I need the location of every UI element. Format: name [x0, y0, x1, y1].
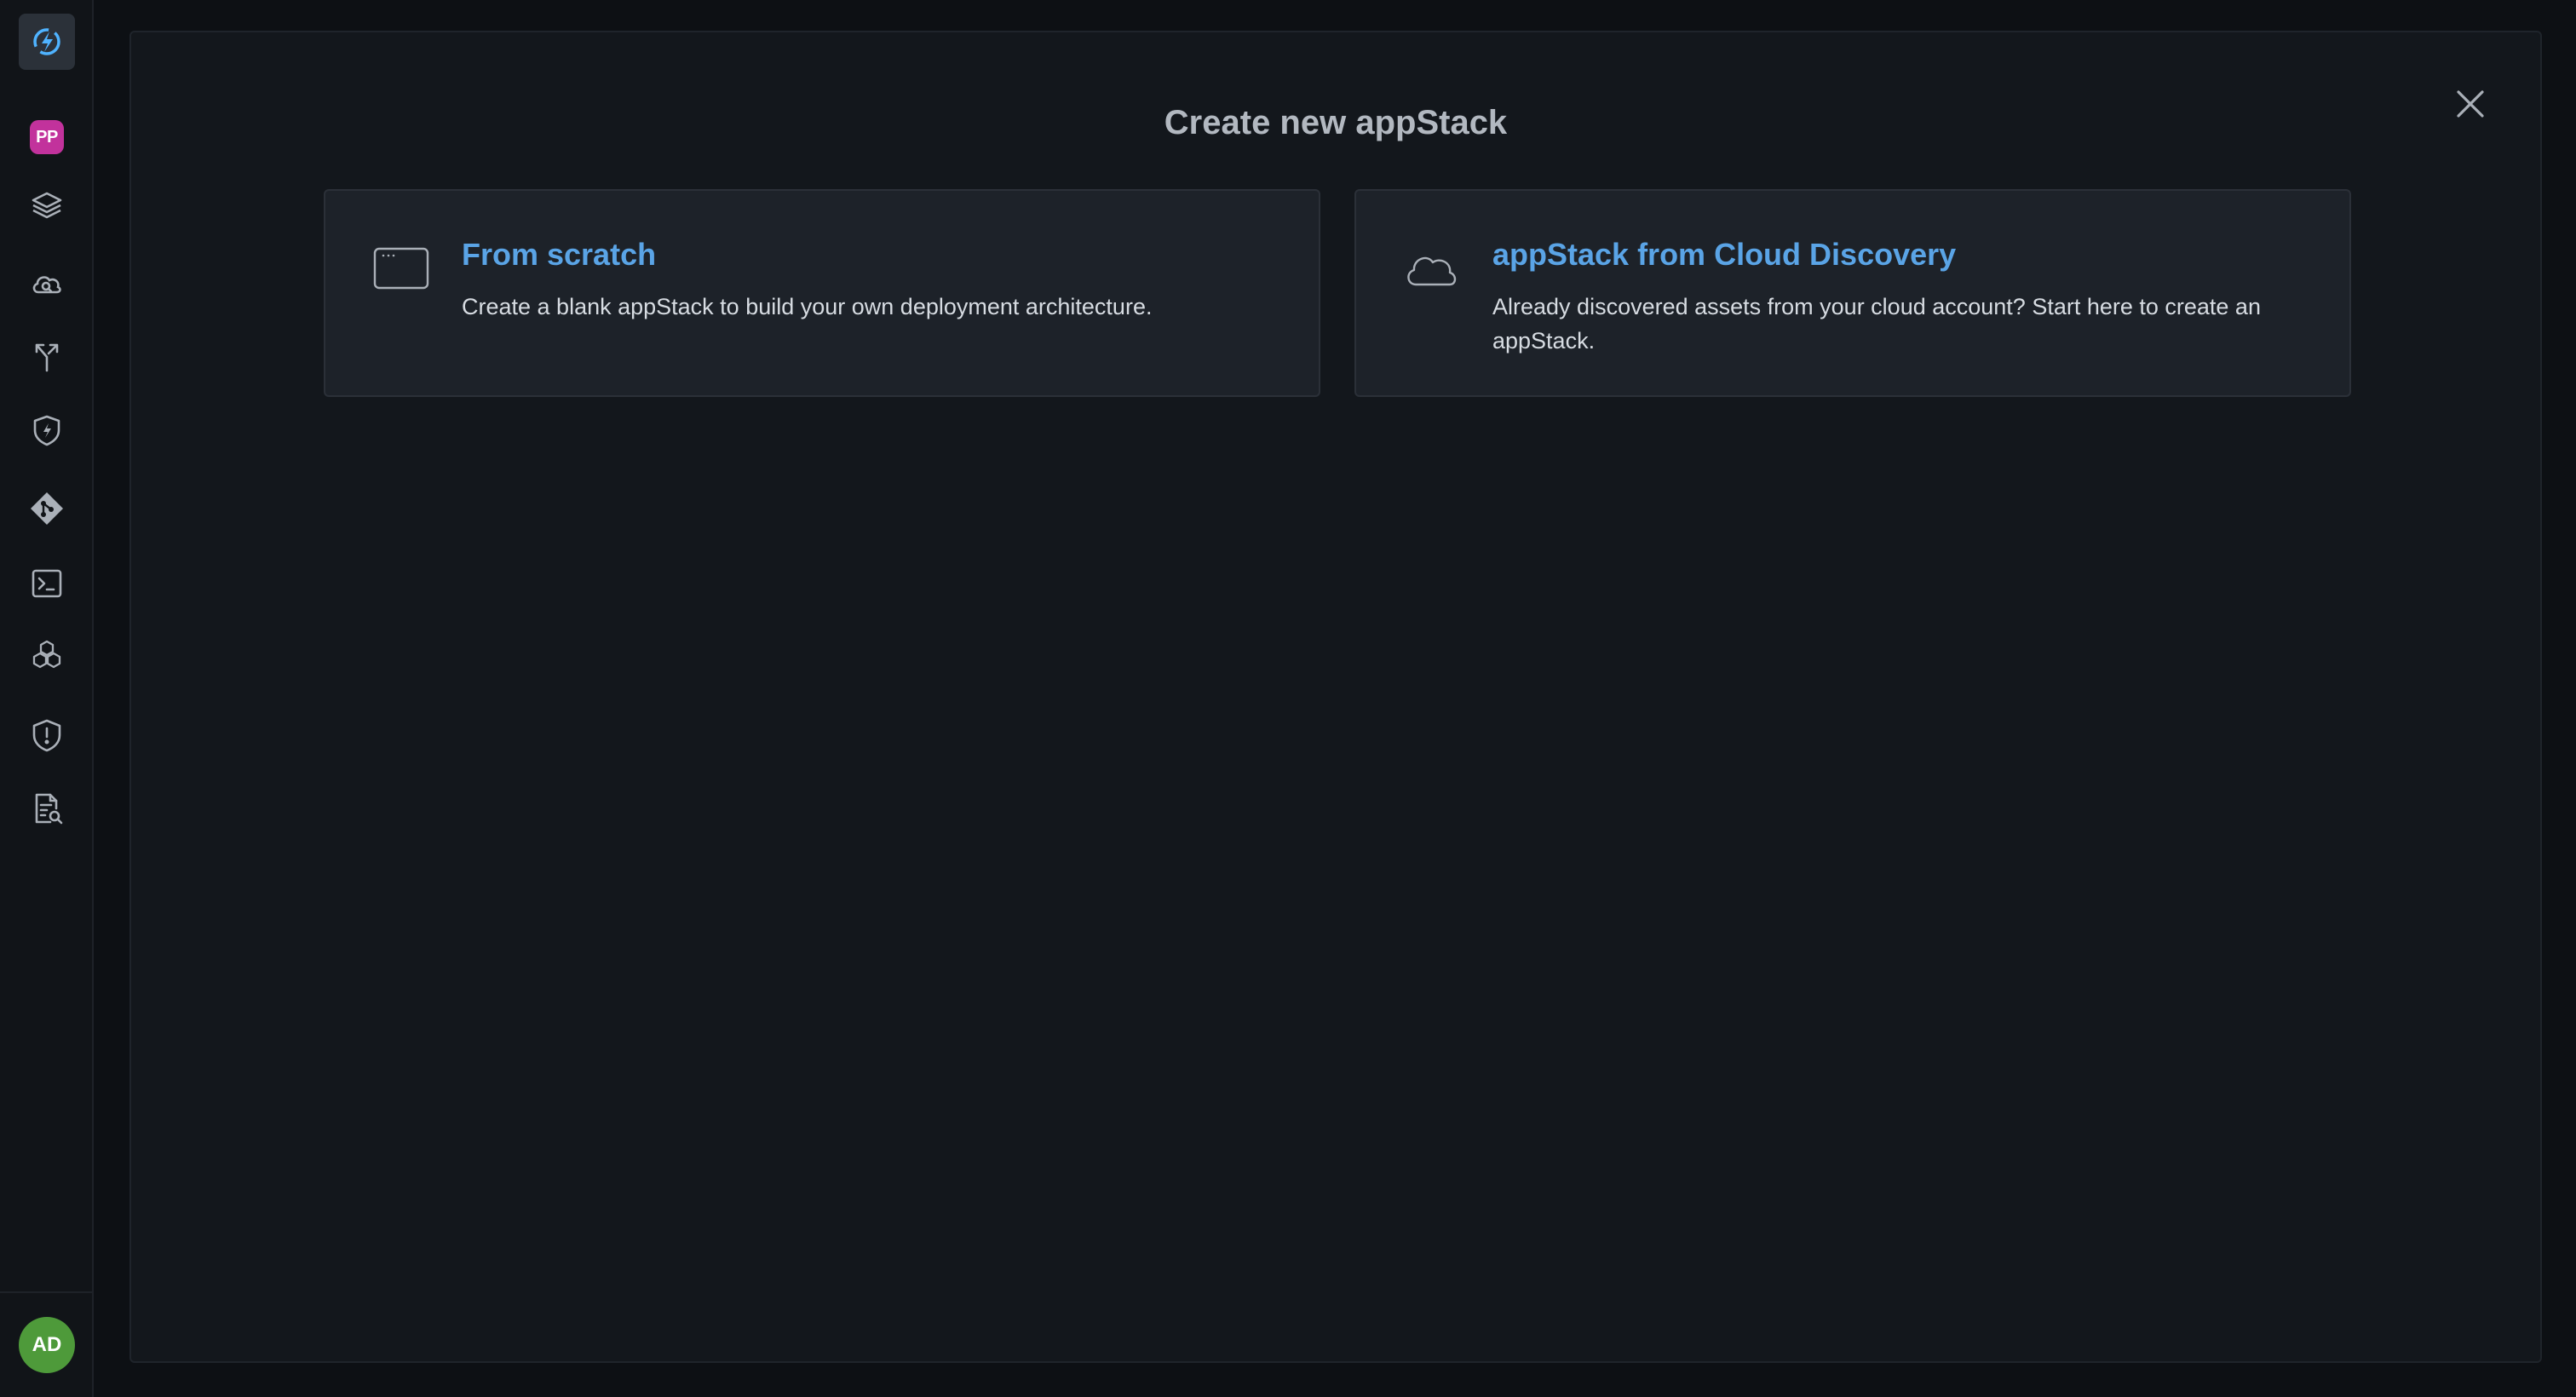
workspace-switcher[interactable]: PP	[19, 109, 75, 165]
layers-icon	[32, 192, 62, 219]
sidebar-item-security[interactable]	[19, 402, 75, 458]
cloud-search-icon	[32, 276, 61, 294]
workspace-badge: PP	[30, 120, 64, 154]
sidebar-item-terminal[interactable]	[19, 555, 75, 612]
option-title: From scratch	[462, 237, 657, 272]
shield-bolt-icon	[33, 415, 60, 446]
create-appstack-modal: Create new appStack From scratch Create …	[129, 31, 2542, 1363]
sidebar: PP AD	[0, 0, 94, 1397]
option-title: appStack from Cloud Discovery	[1492, 237, 1957, 272]
sidebar-item-alerts[interactable]	[19, 707, 75, 763]
app-logo-icon	[33, 28, 60, 55]
sidebar-item-appstacks[interactable]	[19, 177, 75, 233]
option-description: Already discovered assets from your clou…	[1492, 294, 2261, 354]
sidebar-item-pipelines[interactable]	[19, 329, 75, 385]
window-icon	[373, 247, 429, 290]
sidebar-item-git[interactable]	[19, 480, 75, 537]
option-from-scratch[interactable]: From scratch Create a blank appStack to …	[324, 189, 1320, 397]
sidebar-divider	[0, 1291, 94, 1293]
git-icon	[31, 492, 63, 525]
sidebar-item-cloud-discovery[interactable]	[19, 256, 75, 312]
cubes-icon	[32, 640, 61, 669]
cloud-icon	[1407, 256, 1457, 286]
option-description: Create a blank appStack to build your ow…	[462, 294, 1153, 319]
modal-title: Create new appStack	[1164, 104, 1508, 141]
file-search-icon	[35, 793, 63, 825]
branch-arrow-icon	[35, 343, 59, 372]
user-avatar[interactable]: AD	[19, 1317, 75, 1373]
app-logo[interactable]	[19, 14, 75, 70]
terminal-icon	[32, 569, 62, 598]
option-cloud-discovery[interactable]: appStack from Cloud Discovery Already di…	[1354, 189, 2351, 397]
sidebar-item-services[interactable]	[19, 627, 75, 683]
shield-alert-icon	[32, 719, 61, 752]
sidebar-item-audit[interactable]	[19, 780, 75, 836]
